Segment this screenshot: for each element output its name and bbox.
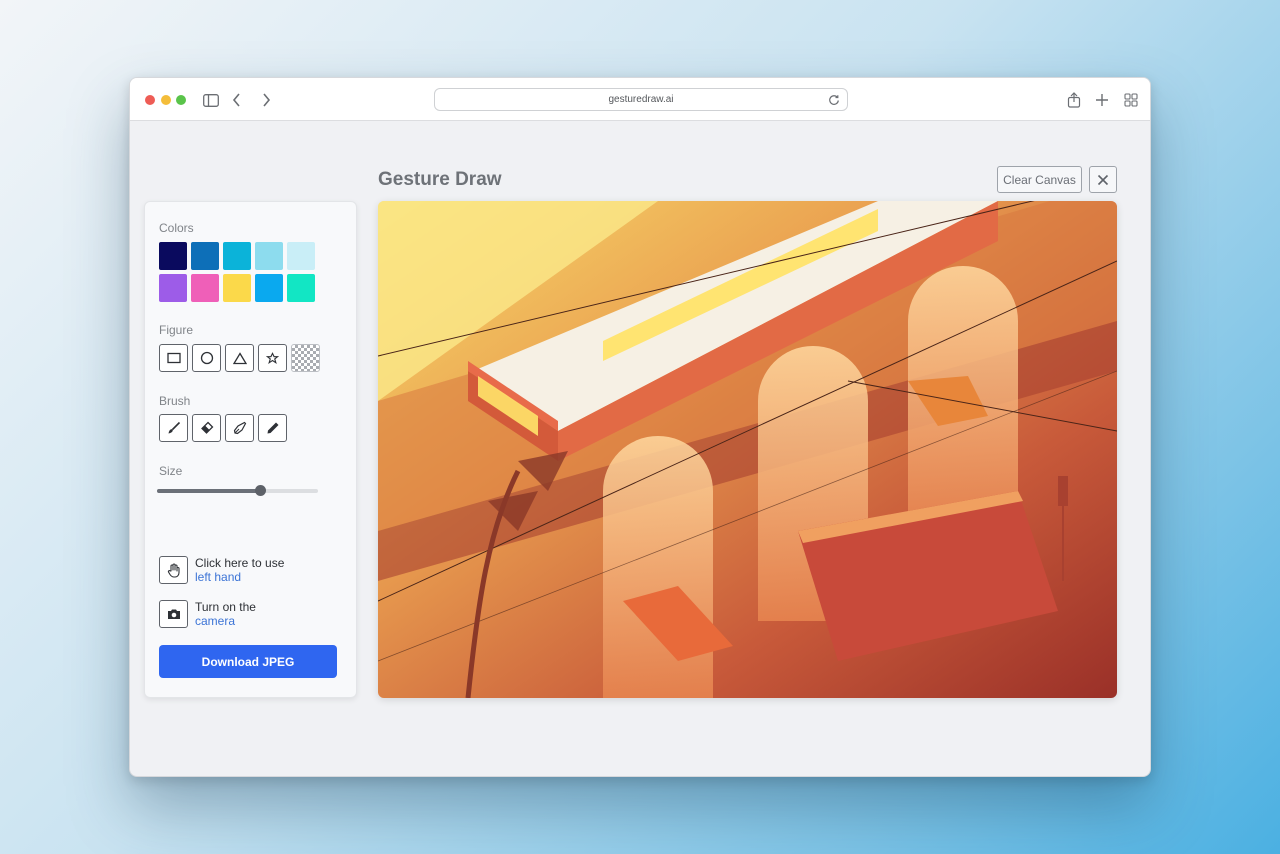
left-hand-link[interactable]: left hand xyxy=(195,570,284,584)
arch-left xyxy=(603,436,713,698)
minimize-window-button[interactable] xyxy=(161,95,171,105)
pencil-icon xyxy=(267,422,278,434)
maximize-window-button[interactable] xyxy=(176,95,186,105)
camera-button[interactable] xyxy=(159,600,188,628)
size-label: Size xyxy=(159,464,183,478)
size-slider[interactable] xyxy=(157,485,318,496)
color-swatch-4[interactable] xyxy=(255,242,283,270)
pen-icon xyxy=(233,421,246,435)
color-swatch-9[interactable] xyxy=(255,274,283,302)
figure-tools xyxy=(159,344,320,372)
pencil-tool[interactable] xyxy=(258,414,287,442)
brush-label: Brush xyxy=(159,394,191,408)
back-icon[interactable] xyxy=(227,90,247,110)
size-slider-fill xyxy=(157,489,261,493)
figure-label: Figure xyxy=(159,323,194,337)
canvas-illustration xyxy=(378,201,1117,698)
color-swatch-6[interactable] xyxy=(159,274,187,302)
download-jpeg-button[interactable]: Download JPEG xyxy=(159,645,337,678)
rectangle-icon xyxy=(166,352,181,364)
hand-button[interactable] xyxy=(159,556,188,584)
triangle-tool[interactable] xyxy=(225,344,254,372)
star-icon xyxy=(266,351,279,364)
hand-icon xyxy=(167,562,180,578)
left-hand-option[interactable]: Click here to use left hand xyxy=(159,556,284,584)
url-text: gesturedraw.ai xyxy=(608,94,674,105)
camera-caption: Turn on the xyxy=(195,600,256,614)
color-swatch-3[interactable] xyxy=(223,242,251,270)
eraser-icon xyxy=(200,421,213,434)
browser-toolbar: gesturedraw.ai xyxy=(130,78,1150,121)
share-icon[interactable] xyxy=(1064,90,1084,110)
close-window-button[interactable] xyxy=(145,95,155,105)
eraser-tool[interactable] xyxy=(192,414,221,442)
page-title: Gesture Draw xyxy=(378,169,502,190)
camera-option[interactable]: Turn on the camera xyxy=(159,600,256,628)
drawing-canvas[interactable] xyxy=(378,201,1117,698)
color-swatch-2[interactable] xyxy=(191,242,219,270)
camera-link[interactable]: camera xyxy=(195,614,256,628)
left-hand-caption: Click here to use xyxy=(195,556,285,570)
left-hand-text: Click here to use left hand xyxy=(195,556,284,584)
brush-icon xyxy=(168,421,180,434)
traffic-light xyxy=(1058,476,1068,506)
browser-window: gesturedraw.ai Gesture Draw Clear Canvas… xyxy=(129,77,1151,777)
reload-icon[interactable] xyxy=(827,93,841,107)
color-swatch-8[interactable] xyxy=(223,274,251,302)
colors-label: Colors xyxy=(159,221,194,235)
size-slider-thumb[interactable] xyxy=(255,485,267,496)
new-tab-icon[interactable] xyxy=(1092,90,1112,110)
sidebar-icon[interactable] xyxy=(201,90,221,110)
color-swatch-7[interactable] xyxy=(191,274,219,302)
brush-tools xyxy=(159,414,287,442)
pen-tool[interactable] xyxy=(225,414,254,442)
clear-canvas-button[interactable]: Clear Canvas xyxy=(997,166,1082,193)
tab-overview-icon[interactable] xyxy=(1121,90,1141,110)
tool-panel: Colors Figure Brush Size Click here to u… xyxy=(144,201,357,698)
transparent-fill-tool[interactable] xyxy=(291,344,320,372)
forward-icon[interactable] xyxy=(256,90,276,110)
star-tool[interactable] xyxy=(258,344,287,372)
color-palette xyxy=(159,242,315,302)
camera-icon xyxy=(167,609,180,619)
address-bar[interactable]: gesturedraw.ai xyxy=(434,88,848,111)
triangle-icon xyxy=(232,351,247,364)
circle-icon xyxy=(200,351,213,365)
close-icon xyxy=(1097,174,1109,185)
camera-text: Turn on the camera xyxy=(195,600,256,628)
brush-tool[interactable] xyxy=(159,414,188,442)
color-swatch-10[interactable] xyxy=(287,274,315,302)
rectangle-tool[interactable] xyxy=(159,344,188,372)
color-swatch-5[interactable] xyxy=(287,242,315,270)
color-swatch-1[interactable] xyxy=(159,242,187,270)
circle-tool[interactable] xyxy=(192,344,221,372)
close-button[interactable] xyxy=(1089,166,1117,193)
